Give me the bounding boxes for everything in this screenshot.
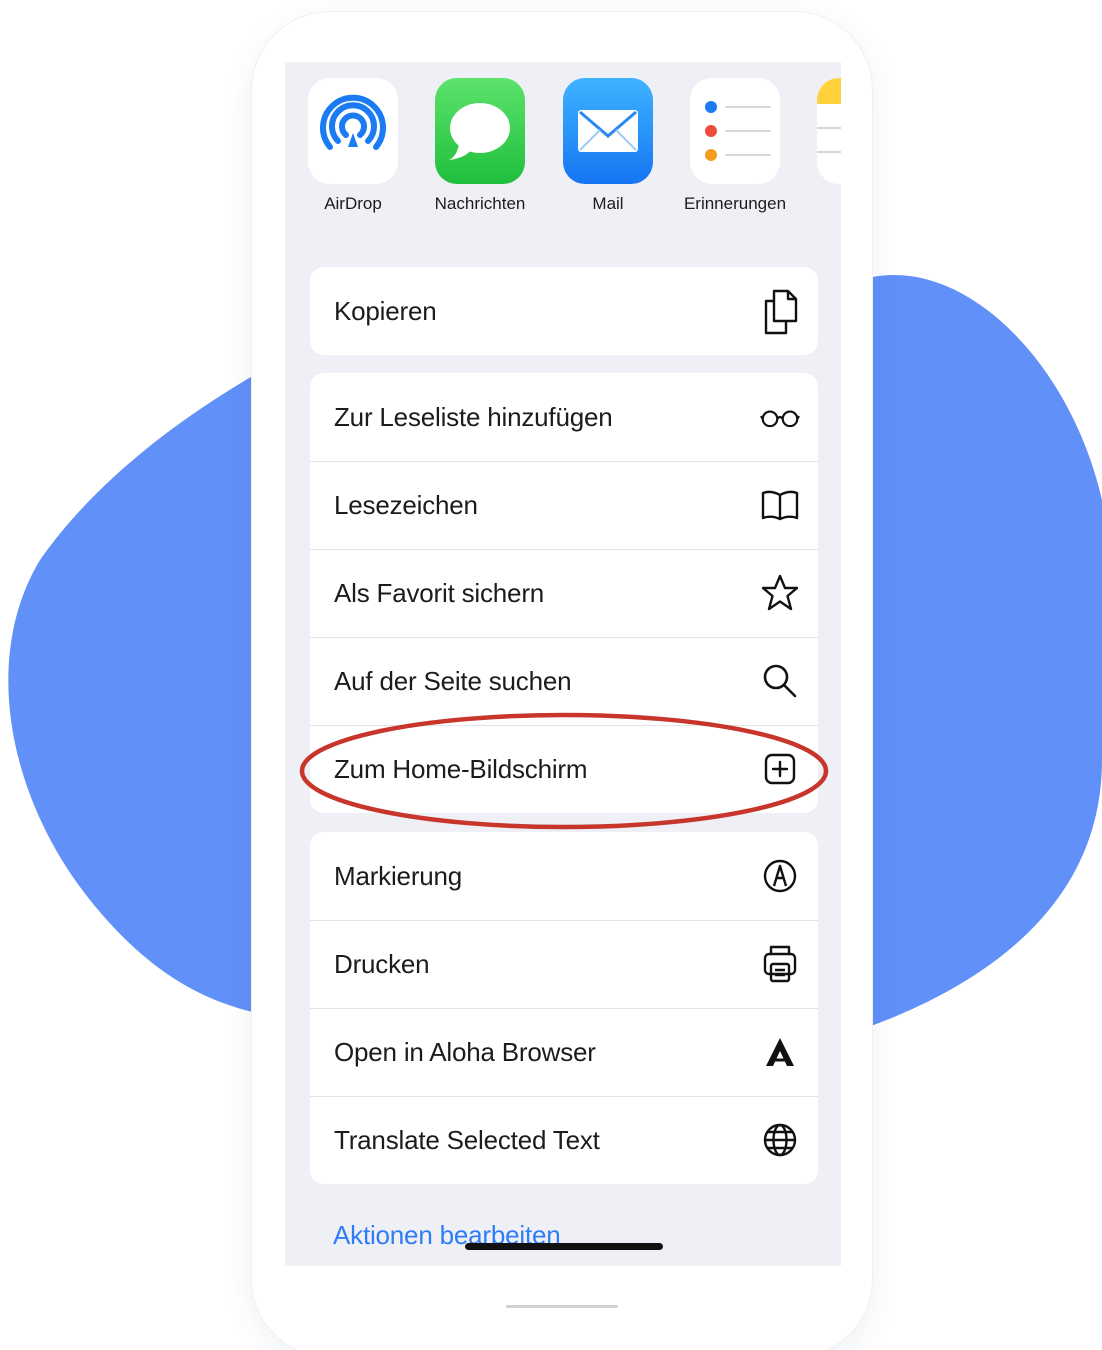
search-icon [760,661,800,701]
share-app-reminders[interactable]: Erinnerungen [680,78,790,214]
home-indicator [465,1243,663,1250]
action-label: Translate Selected Text [334,1124,600,1155]
action-label: Zur Leseliste hinzufügen [334,401,613,432]
action-add-to-home-screen[interactable]: Zum Home-Bildschirm [310,725,818,813]
star-icon [760,573,800,613]
action-label: Zum Home-Bildschirm [334,753,588,784]
action-translate-selected-text[interactable]: Translate Selected Text [310,1096,818,1184]
action-label: Markierung [334,860,463,891]
action-bookmark[interactable]: Lesezeichen [310,461,818,549]
reminders-icon [690,78,780,184]
phone-bottom-bar [506,1305,618,1308]
app-label: AirDrop [324,194,382,213]
share-app-messages[interactable]: Nachrichten [425,78,535,214]
add-square-icon [760,749,800,789]
action-group-copy: Kopieren [310,267,818,355]
action-favorite[interactable]: Als Favorit sichern [310,549,818,637]
action-open-aloha-browser[interactable]: Open in Aloha Browser [310,1008,818,1096]
action-label: Auf der Seite suchen [334,665,572,696]
share-app-airdrop[interactable]: AirDrop [298,78,408,214]
action-print[interactable]: Drucken [310,920,818,1008]
aloha-browser-icon [760,1032,800,1072]
action-label: Lesezeichen [334,489,478,520]
app-label: Erinnerungen [683,194,787,213]
action-group-main: Zur Leseliste hinzufügen Lesezeichen Als… [310,373,818,813]
action-label: Kopieren [334,295,437,326]
glasses-icon [760,397,800,437]
action-find-on-page[interactable]: Auf der Seite suchen [310,637,818,725]
printer-icon [760,944,800,984]
action-label: Als Favorit sichern [334,577,545,608]
messages-icon [435,78,525,184]
share-app-notes[interactable]: N [807,78,841,214]
notes-icon [817,78,841,184]
action-markup[interactable]: Markierung [310,832,818,920]
mail-icon [563,78,653,184]
markup-icon [760,856,800,896]
action-label: Open in Aloha Browser [334,1036,596,1067]
airdrop-icon [308,78,398,184]
share-app-mail[interactable]: Mail [553,78,663,214]
share-sheet: AirDrop Nachrichten Mail Erinnerungen Ko… [285,62,841,1266]
action-copy[interactable]: Kopieren [310,267,818,355]
action-label: Drucken [334,948,430,979]
globe-icon [760,1120,800,1160]
share-apps-row[interactable]: AirDrop Nachrichten Mail Erinnerungen [285,62,841,262]
book-icon [760,485,800,525]
app-label: Mail [592,194,624,213]
copy-icon [760,289,800,335]
app-label: Nachrichten [434,194,526,213]
action-reading-list[interactable]: Zur Leseliste hinzufügen [310,373,818,461]
action-group-extensions: Markierung Drucken Open in Aloha Browser… [310,832,818,1184]
app-label: N [807,194,841,214]
